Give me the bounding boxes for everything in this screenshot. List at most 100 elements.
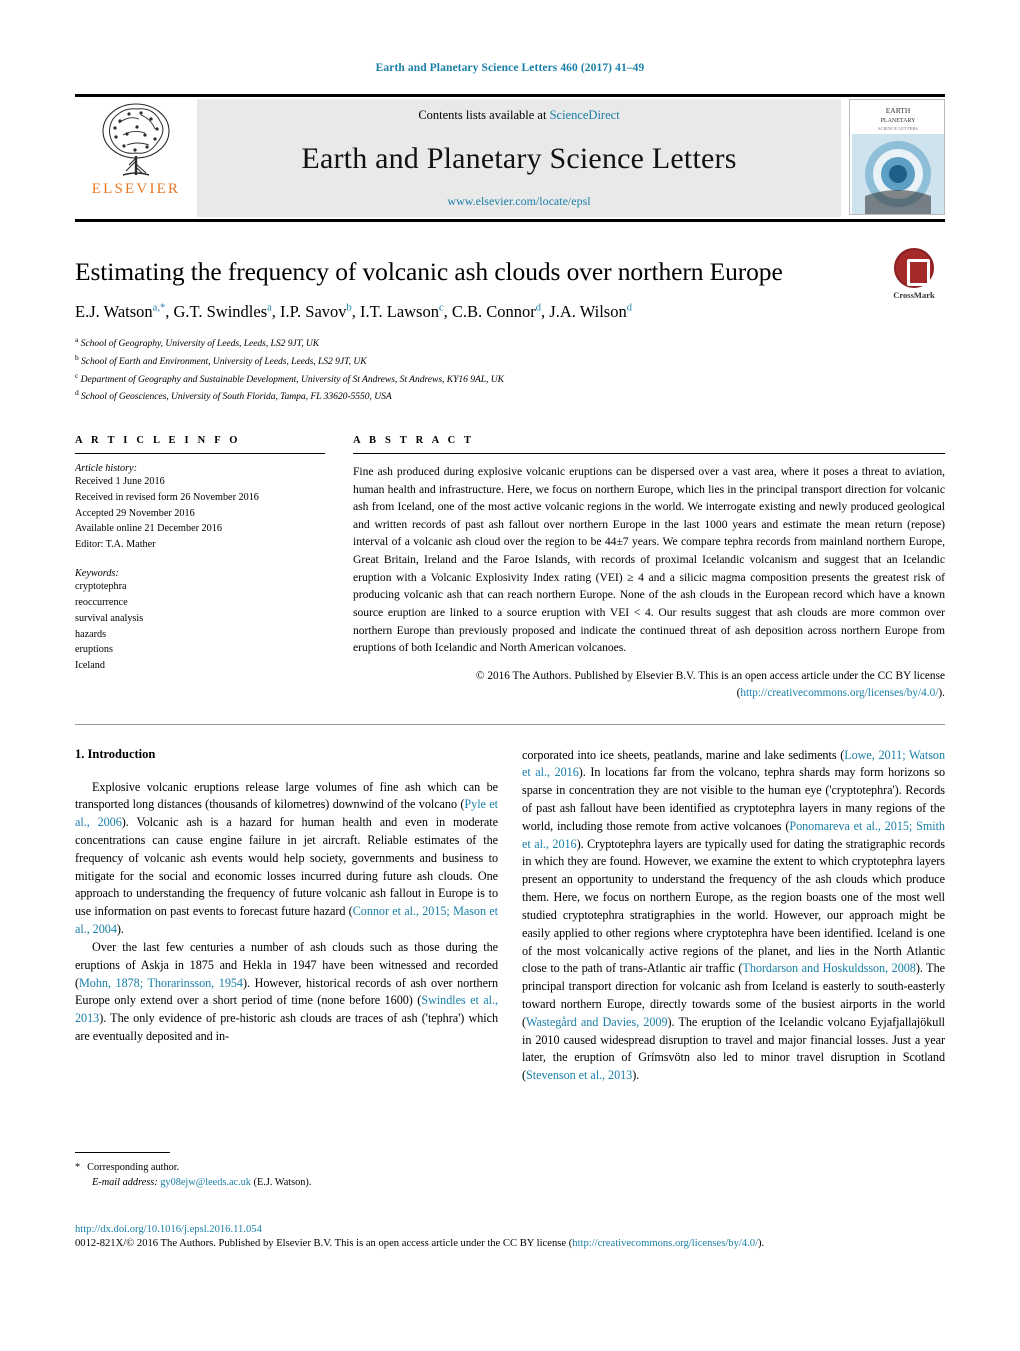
abstract-text: Fine ash produced during explosive volca…: [353, 465, 945, 655]
page-title: Estimating the frequency of volcanic ash…: [75, 257, 783, 286]
article-history-item: Available online 21 December 2016: [75, 523, 222, 535]
keyword-item: cryptotephra: [75, 581, 127, 593]
issn-line-post: ).: [758, 1238, 765, 1249]
author-name: G.T. Swindles: [173, 301, 268, 321]
affiliation-item: d School of Geosciences, University of S…: [75, 388, 392, 403]
footnote-email-line: E-mail address: gy08ejw@leeds.ac.uk (E.J…: [75, 1175, 498, 1190]
elsevier-logo: ELSEVIER: [75, 99, 197, 217]
keyword-item: reoccurrence: [75, 596, 128, 608]
affiliation-item: c Department of Geography and Sustainabl…: [75, 370, 504, 385]
abstract-rule: [353, 453, 945, 455]
author-name: I.T. Lawson: [360, 301, 439, 321]
page-footer: http://dx.doi.org/10.1016/j.epsl.2016.11…: [75, 1224, 945, 1251]
keyword-item: hazards: [75, 628, 107, 640]
paper-page: Earth and Planetary Science Letters 460 …: [0, 0, 1020, 1351]
body-paragraph: corporated into ice sheets, peatlands, m…: [522, 747, 946, 1083]
keyword-item: eruptions: [75, 644, 113, 656]
intro-right-paragraphs: corporated into ice sheets, peatlands, m…: [522, 747, 945, 1085]
crossmark-icon: [894, 248, 934, 288]
article-history-item: Received 1 June 2016: [75, 476, 165, 488]
footnote-corresponding-line: * Corresponding author.: [75, 1160, 498, 1175]
intro-left-paragraphs: Explosive volcanic eruptions release lar…: [75, 779, 498, 1046]
corresponding-author-footnote: * Corresponding author. E-mail address: g…: [75, 1152, 498, 1191]
email-owner: (E.J. Watson).: [253, 1177, 312, 1189]
crossmark-label: CrossMark: [893, 290, 935, 300]
author-affiliation-marker: d: [535, 302, 542, 314]
keyword-item: Iceland: [75, 660, 105, 672]
affiliation-marker: b: [75, 352, 79, 362]
citation-link[interactable]: Swindles et al., 2013: [75, 993, 498, 1025]
masthead-center: Contents lists available at ScienceDirec…: [197, 99, 841, 217]
svg-text:EARTH: EARTH: [886, 106, 911, 115]
article-history-item: Received in revised form 26 November 201…: [75, 491, 259, 503]
body-columns: 1. Introduction Explosive volcanic erupt…: [75, 747, 945, 1085]
citation-link[interactable]: Wastegård and Davies, 2009: [526, 1015, 668, 1029]
body-column-left: 1. Introduction Explosive volcanic erupt…: [75, 747, 498, 1085]
email-label: E-mail address:: [92, 1177, 158, 1189]
body-paragraph: Over the last few centuries a number of …: [75, 939, 498, 1043]
section-divider-rule: [75, 723, 945, 725]
svg-text:SCIENCE LETTERS: SCIENCE LETTERS: [878, 126, 918, 131]
body-column-right: corporated into ice sheets, peatlands, m…: [522, 747, 945, 1085]
abstract-copyright: © 2016 The Authors. Published by Elsevie…: [353, 668, 945, 702]
article-info-rule: [75, 453, 325, 455]
footer-cc-license-link[interactable]: http://creativecommons.org/licenses/by/4…: [572, 1238, 758, 1249]
author-name: J.A. Wilson: [549, 301, 627, 321]
author-affiliation-marker: a,*: [152, 302, 166, 314]
abstract-heading: A B S T R A C T: [353, 435, 475, 447]
copyright-text: © 2016 The Authors. Published by Elsevie…: [475, 669, 945, 682]
footnote-corresponding-text: Corresponding author.: [87, 1162, 180, 1173]
citation-link[interactable]: Ponomareva et al., 2015; Smith et al., 2…: [522, 819, 945, 851]
article-history-label: Article history:: [75, 463, 137, 475]
author-affiliation-marker: a: [267, 302, 272, 314]
masthead-top-rule: [75, 94, 945, 97]
citation-link[interactable]: Lowe, 2011; Watson et al., 2016: [522, 748, 945, 780]
copyright-paren-close: ).: [938, 686, 945, 699]
elsevier-wordmark: ELSEVIER: [91, 181, 181, 197]
abstract-column: A B S T R A C T Fine ash produced during…: [353, 435, 945, 702]
running-head: Earth and Planetary Science Letters 460 …: [375, 62, 645, 74]
footnote-rule: [75, 1152, 170, 1153]
citation-link[interactable]: Thordarson and Hoskuldsson, 2008: [742, 961, 915, 975]
author-affiliation-marker: b: [346, 302, 352, 314]
contents-available-line: Contents lists available at ScienceDirec…: [418, 108, 619, 123]
citation-link[interactable]: Mohn, 1878; Thorarinsson, 1954: [79, 976, 243, 990]
issn-license-text: © 2016 The Authors. Published by Elsevie…: [126, 1238, 573, 1249]
author-name: C.B. Connor: [451, 301, 536, 321]
article-info-heading: A R T I C L E I N F O: [75, 435, 241, 447]
masthead-bottom-rule: [75, 219, 945, 222]
affiliation-marker: d: [75, 388, 79, 398]
author-affiliation-marker: d: [626, 302, 632, 314]
doi-link[interactable]: http://dx.doi.org/10.1016/j.epsl.2016.11…: [75, 1224, 945, 1235]
journal-masthead: ELSEVIER Contents lists available at Sci…: [75, 94, 945, 222]
citation-link[interactable]: Stevenson et al., 2013: [526, 1068, 632, 1082]
crossmark-badge[interactable]: CrossMark: [883, 248, 945, 300]
journal-homepage-link[interactable]: www.elsevier.com/locate/epsl: [447, 194, 590, 209]
citation-link[interactable]: Connor et al., 2015; Mason et al., 2004: [75, 904, 498, 936]
author-list: E.J. Watsona,*, G.T. Swindlesa, I.P. Sav…: [75, 301, 632, 321]
journal-title: Earth and Planetary Science Letters: [301, 141, 737, 175]
author-name: E.J. Watson: [75, 301, 153, 321]
cc-license-link[interactable]: http://creativecommons.org/licenses/by/4…: [740, 687, 938, 699]
info-abstract-block: A R T I C L E I N F O Article history: R…: [75, 435, 945, 702]
elsevier-tree-icon: [102, 103, 170, 176]
sciencedirect-link[interactable]: ScienceDirect: [550, 108, 620, 122]
cover-artwork-icon: EARTH PLANETARY SCIENCE LETTERS: [850, 100, 944, 214]
svg-text:PLANETARY: PLANETARY: [881, 118, 917, 124]
title-block: CrossMark Estimating the frequency of vo…: [75, 248, 945, 405]
issn-license-line: 0012-821X/© 2016 The Authors. Published …: [75, 1236, 945, 1251]
affiliation-marker: c: [75, 370, 79, 380]
author-name: I.P. Savov: [280, 301, 347, 321]
affiliation-item: a School of Geography, University of Lee…: [75, 335, 320, 350]
affiliation-list: a School of Geography, University of Lee…: [75, 334, 945, 405]
section-heading-introduction: 1. Introduction: [75, 746, 156, 761]
keywords-lines: cryptotephra reoccurrence survival analysi…: [75, 579, 325, 674]
corresponding-email-link[interactable]: gy08ejw@leeds.ac.uk: [160, 1177, 251, 1188]
article-history-item: Accepted 29 November 2016: [75, 507, 195, 519]
journal-cover-thumbnail: EARTH PLANETARY SCIENCE LETTERS: [841, 99, 945, 217]
citation-link[interactable]: Pyle et al., 2006: [75, 797, 498, 829]
affiliation-marker: a: [75, 335, 79, 345]
keyword-item: survival analysis: [75, 612, 144, 624]
article-history-item: Editor: T.A. Mather: [75, 539, 156, 551]
footnote-star-marker: *: [75, 1162, 81, 1173]
